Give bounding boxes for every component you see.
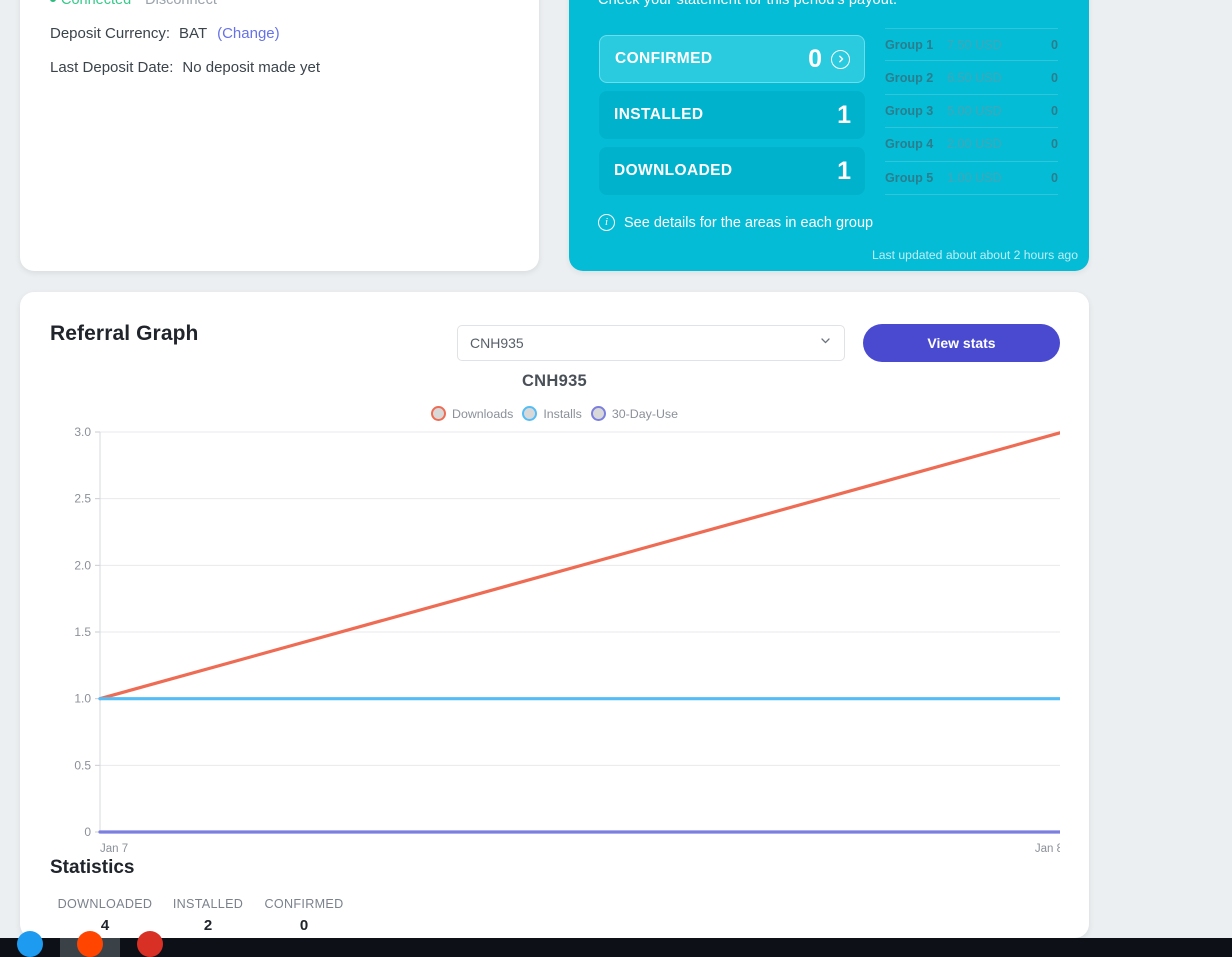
statistic-label: CONFIRMED	[264, 897, 344, 911]
payout-stat-label: INSTALLED	[614, 106, 704, 123]
last-deposit-label: Last Deposit Date:	[50, 59, 174, 76]
connection-status-label: Connected	[61, 0, 132, 8]
page-title: Referral Graph	[50, 322, 199, 345]
statistic-label: DOWNLOADED	[57, 897, 153, 911]
y-axis-tick-label: 0	[84, 825, 91, 839]
chart-title: CNH935	[521, 372, 588, 390]
referral-graph-card: Referral Graph CNH935 View stats CNH935 …	[20, 292, 1089, 938]
chart-legend: Downloads Installs 30-Day-Use	[20, 406, 1089, 421]
payout-stat-installed[interactable]: INSTALLED 1	[599, 91, 865, 139]
taskbar-app-icon	[137, 931, 163, 957]
statistic-downloaded: DOWNLOADED 4	[50, 897, 160, 934]
legend-item-downloads[interactable]: Downloads	[431, 406, 513, 421]
legend-label: Downloads	[452, 406, 514, 421]
y-axis-tick-label: 0.5	[74, 758, 91, 772]
account-card: Connected Disconnect Deposit Currency: BAT…	[20, 0, 539, 271]
group-amount: 5.00 USD	[947, 103, 1002, 118]
change-currency-link[interactable]: (Change)	[217, 25, 280, 42]
connected-dot-icon	[50, 0, 56, 3]
group-count: 0	[1050, 103, 1058, 118]
group-row: Group 4 2.00 USD 0	[885, 128, 1058, 162]
taskbar-app-2[interactable]	[60, 931, 120, 957]
payout-stat-label: CONFIRMED	[615, 50, 713, 67]
chart-plot-area: 0 0.5 1.0 1.5 2.0 2.5 3.0 Jan 7 Jan 8	[50, 422, 1060, 862]
taskbar-app-1[interactable]	[0, 931, 60, 957]
group-name: Group 5	[885, 170, 934, 185]
payout-stat-value: 1	[837, 156, 851, 185]
legend-marker-icon	[590, 406, 606, 421]
statistic-value: 2	[203, 917, 213, 934]
last-deposit-row: Last Deposit Date: No deposit made yet	[50, 58, 519, 78]
payout-stat-value: 0	[808, 44, 822, 73]
group-amount: 1.00 USD	[947, 170, 1002, 185]
statistics-heading: Statistics	[50, 857, 135, 878]
legend-label: 30-Day-Use	[611, 406, 678, 421]
statistic-value: 0	[299, 917, 309, 934]
referral-select-value: CNH935	[470, 335, 524, 351]
group-amount: 7.50 USD	[947, 37, 1002, 52]
line-chart-svg: 0 0.5 1.0 1.5 2.0 2.5 3.0 Jan 7 Jan 8	[74, 425, 1060, 855]
legend-marker-icon	[522, 406, 538, 421]
taskbar-app-3[interactable]	[120, 931, 180, 957]
payout-stat-confirmed[interactable]: CONFIRMED 0	[599, 35, 865, 83]
y-axis-tick-label: 3.0	[74, 425, 91, 439]
payout-stat-label: DOWNLOADED	[614, 162, 733, 179]
x-axis-tick-label: Jan 8	[1035, 843, 1060, 855]
group-count: 0	[1050, 137, 1058, 152]
account-card-body: Connected Disconnect Deposit Currency: BAT…	[50, 0, 519, 78]
payout-stat-downloaded[interactable]: DOWNLOADED 1	[599, 147, 865, 195]
y-axis-tick-label: 2.5	[74, 492, 91, 506]
group-row: Group 5 1.00 USD 0	[885, 162, 1058, 195]
info-circle-icon: i	[598, 214, 615, 231]
legend-item-installs[interactable]: Installs	[522, 406, 582, 421]
group-row: Group 1 7.50 USD 0	[885, 28, 1058, 62]
dashboard-top-row: Connected Disconnect Deposit Currency: BAT…	[0, 0, 1232, 272]
group-count: 0	[1050, 70, 1058, 85]
last-updated-text: Last updated about about 2 hours ago	[871, 248, 1078, 262]
taskbar-app-icon	[17, 931, 43, 957]
legend-item-30-day-use[interactable]: 30-Day-Use	[590, 406, 678, 421]
taskbar	[0, 931, 1232, 957]
view-stats-button[interactable]: View stats	[863, 324, 1060, 362]
x-axis-tick-label: Jan 7	[100, 843, 128, 855]
payout-heading: Check your statement for this period's p…	[598, 0, 898, 8]
group-amount: 6.50 USD	[947, 70, 1002, 85]
statistic-installed: INSTALLED 2	[160, 897, 256, 934]
statistics-row: DOWNLOADED 4 INSTALLED 2 CONFIRMED 0	[50, 897, 352, 934]
chevron-right-icon[interactable]	[831, 49, 850, 69]
y-axis-tick-label: 1.5	[74, 625, 91, 639]
group-count: 0	[1050, 37, 1058, 52]
group-name: Group 3	[885, 103, 934, 118]
group-row: Group 2 6.50 USD 0	[885, 61, 1058, 95]
referral-select[interactable]: CNH935	[457, 325, 845, 361]
legend-marker-icon	[431, 406, 446, 421]
group-payout-table: Group 1 7.50 USD 0 Group 2 6.50 USD 0 Group 3 5…	[885, 28, 1058, 195]
taskbar-app-icon	[77, 931, 103, 957]
deposit-currency-row: Deposit Currency: BAT (Change)	[50, 24, 519, 44]
group-row: Group 3 5.00 USD 0	[885, 95, 1058, 129]
group-count: 0	[1050, 170, 1058, 185]
connection-status-row: Connected Disconnect	[50, 0, 519, 10]
last-deposit-value: No deposit made yet	[182, 59, 320, 76]
y-axis-tick-label: 2.0	[74, 558, 91, 572]
deposit-currency-label: Deposit Currency:	[50, 25, 171, 42]
statistic-confirmed: CONFIRMED 0	[256, 897, 352, 934]
deposit-currency-value: BAT	[179, 25, 208, 42]
see-details-link[interactable]: i See details for the areas in each grou…	[598, 214, 873, 231]
group-name: Group 4	[885, 137, 934, 152]
payout-stat-list: CONFIRMED 0 INSTALLED 1 DOWNLOADED 1	[599, 35, 865, 203]
see-details-label: See details for the areas in each group	[624, 214, 874, 231]
chevron-down-icon	[819, 334, 832, 352]
payout-card: Check your statement for this period's p…	[569, 0, 1089, 271]
legend-label: Installs	[543, 406, 582, 421]
disconnect-link[interactable]: Disconnect	[145, 0, 217, 8]
group-amount: 2.00 USD	[947, 137, 1002, 152]
payout-stat-value: 1	[837, 100, 851, 129]
group-name: Group 1	[885, 37, 934, 52]
group-name: Group 2	[885, 70, 934, 85]
statistic-label: INSTALLED	[172, 897, 244, 911]
y-axis-tick-label: 1.0	[74, 692, 91, 706]
